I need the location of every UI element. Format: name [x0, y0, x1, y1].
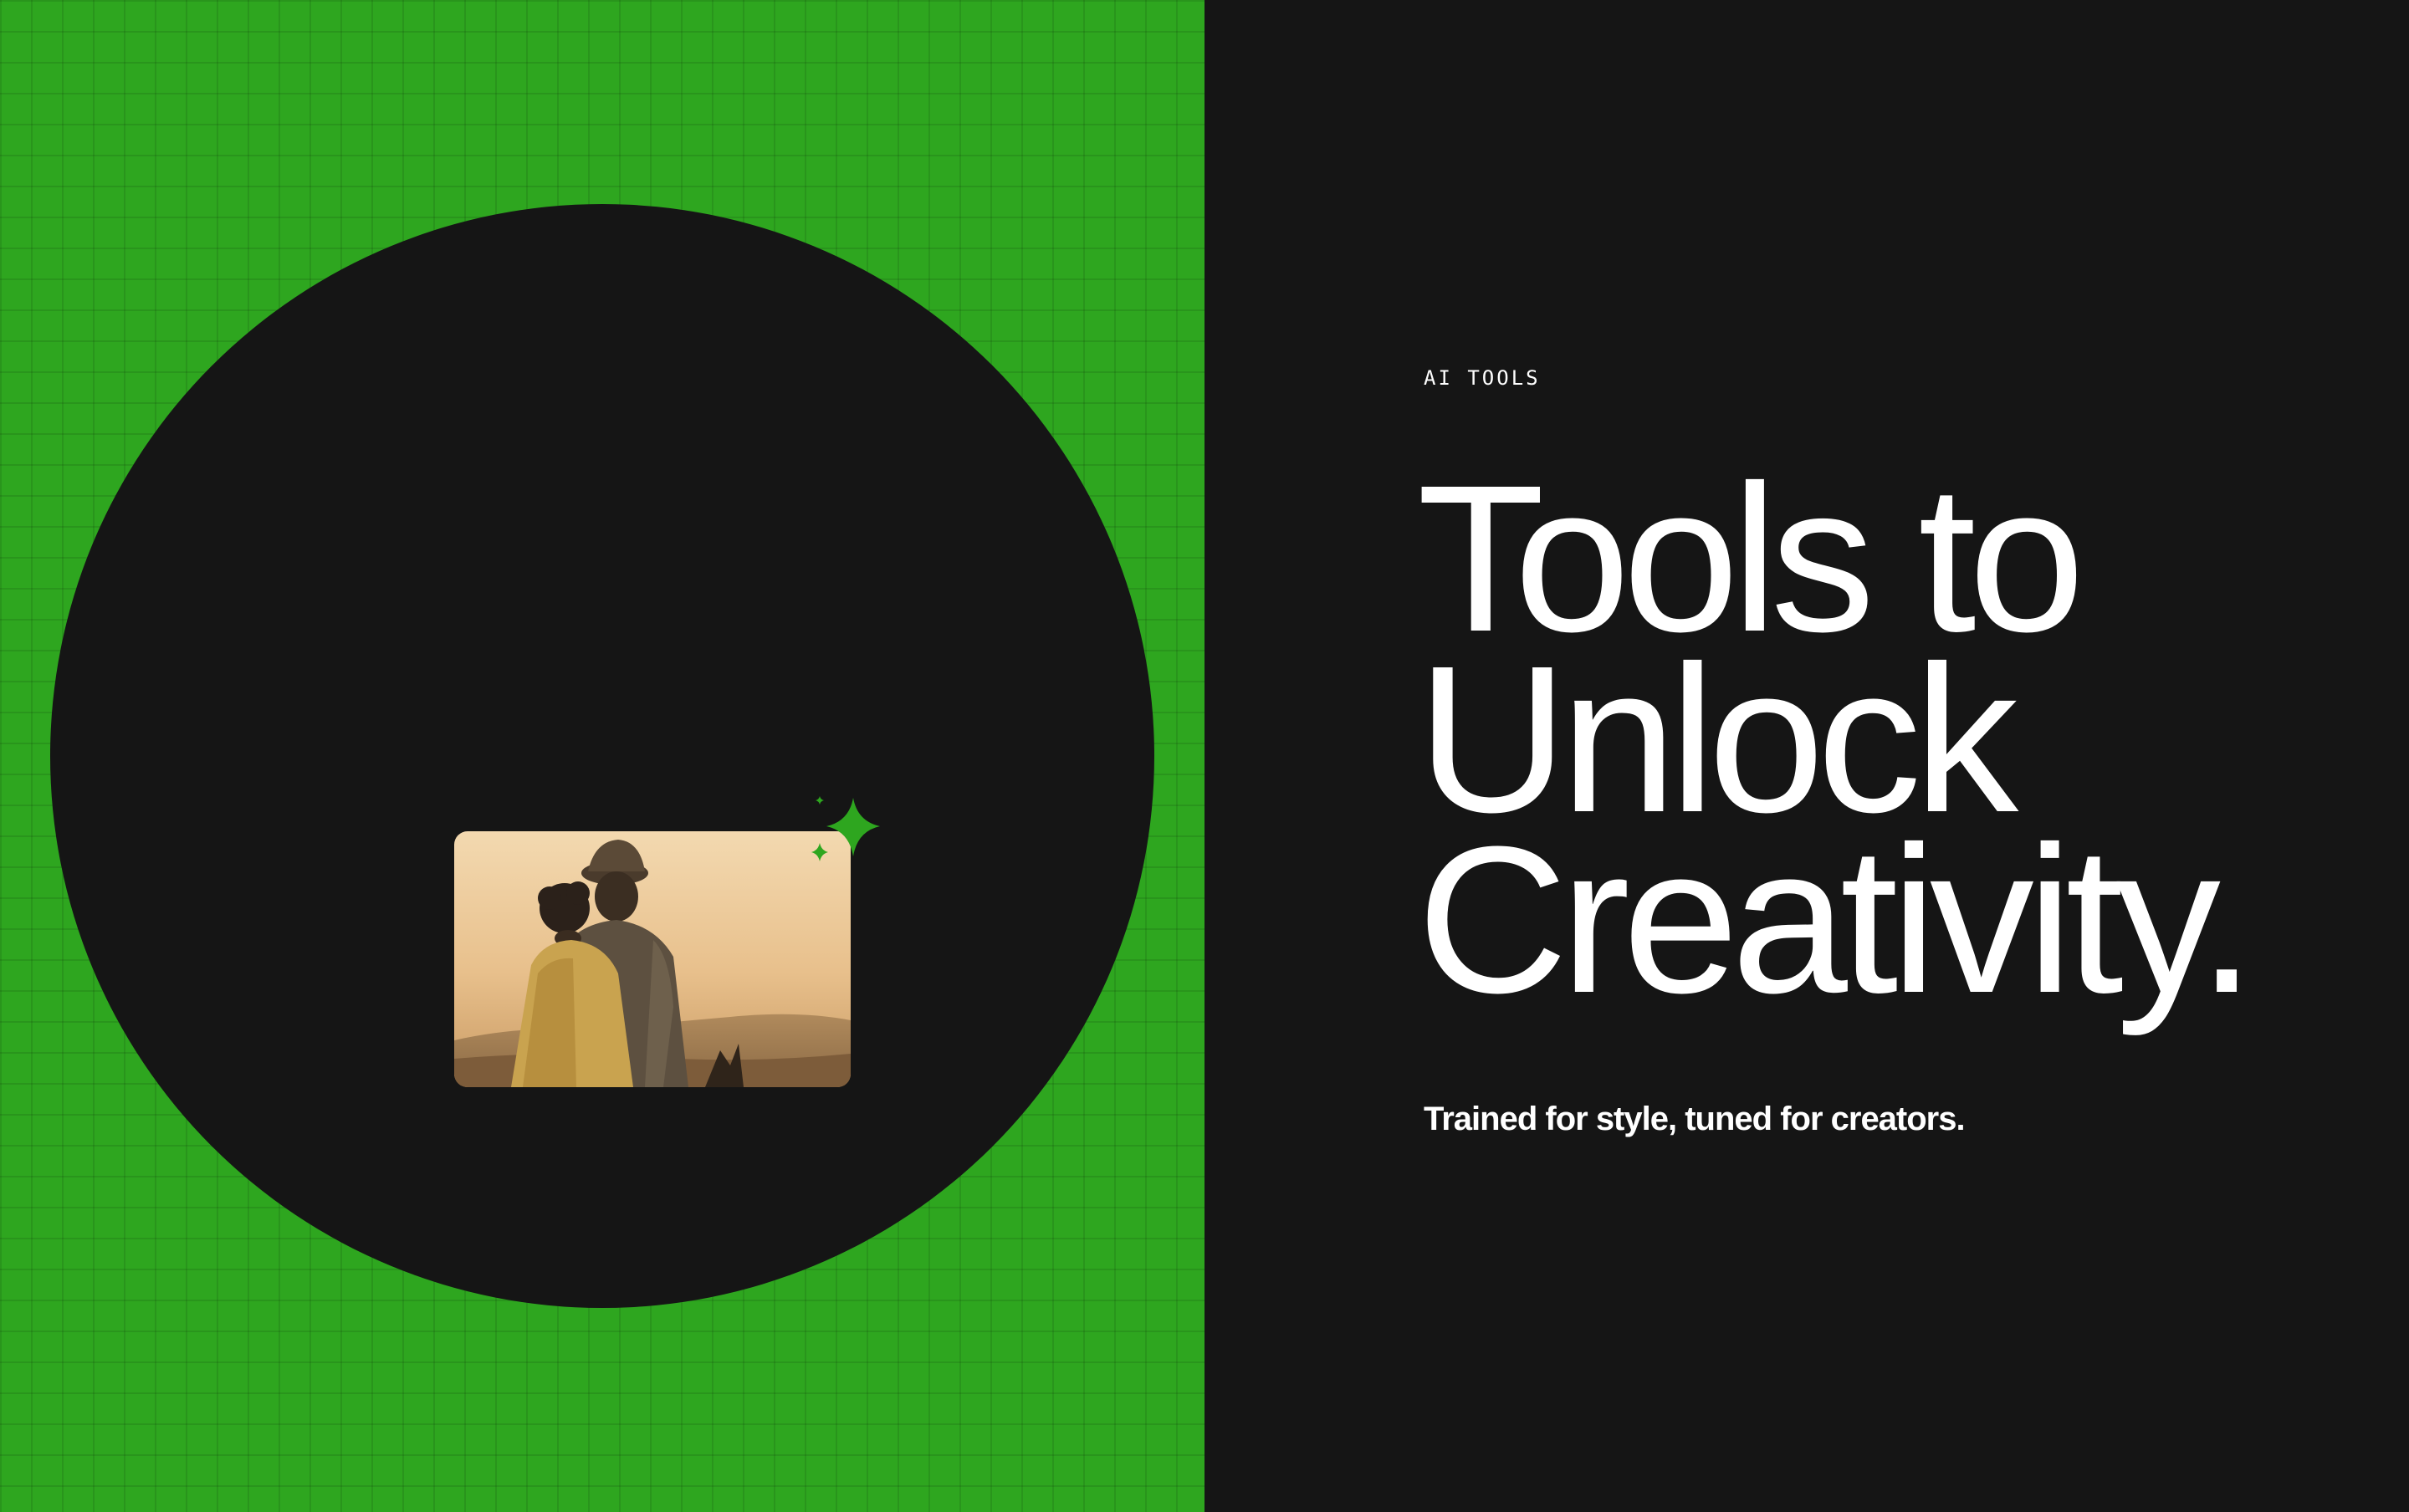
hero-text-panel: AI TOOLS Tools to Unlock Creativity. Tra… — [1204, 0, 2409, 1512]
sunset-photo-image — [454, 831, 851, 1087]
hero-visual-panel — [0, 0, 1204, 1512]
section-eyebrow: AI TOOLS — [1424, 366, 1541, 390]
hero-headline: Tools to Unlock Creativity. — [1417, 454, 2256, 1036]
hero-subtitle: Trained for style, tuned for creators. — [1424, 1101, 1966, 1137]
hero-circle — [50, 204, 1154, 1308]
sparkle-icon — [811, 796, 880, 861]
headline-line-3: Creativity. — [1417, 803, 2256, 1036]
hero-photo — [454, 831, 851, 1087]
